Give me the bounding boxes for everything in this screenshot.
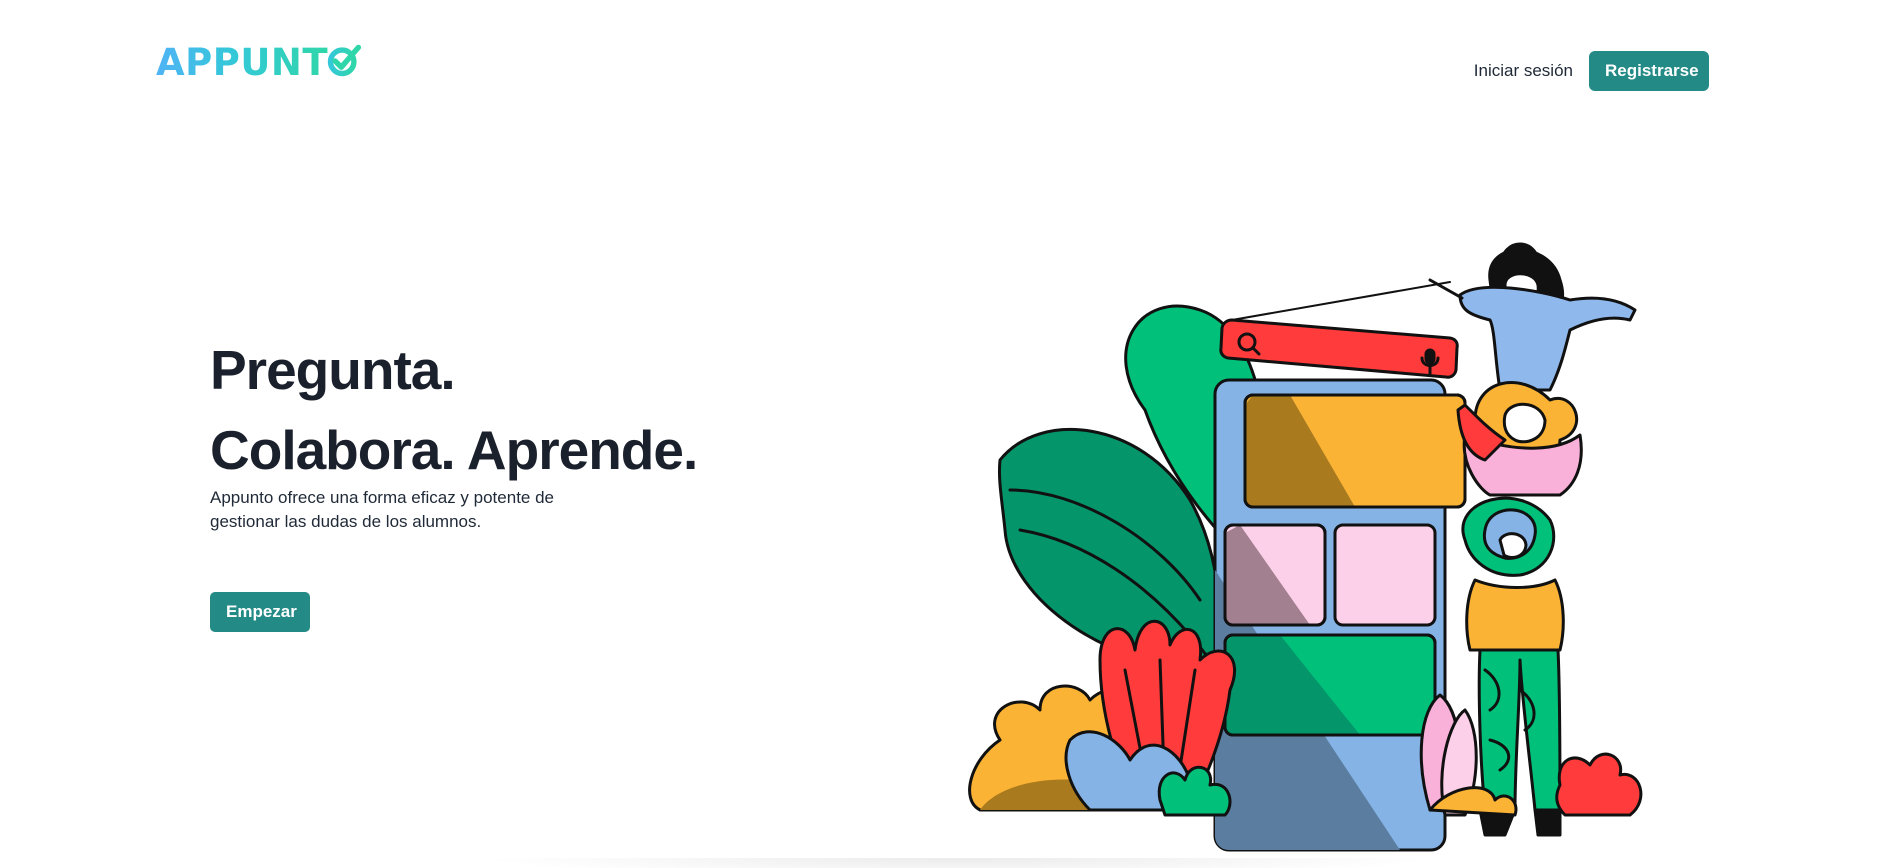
site-header: APPUNT Iniciar sesión Registrarse <box>0 0 1894 140</box>
microphone-icon <box>1424 348 1436 365</box>
hero-title-line-1: Pregunta. <box>210 339 456 401</box>
login-link[interactable]: Iniciar sesión <box>1474 53 1573 89</box>
plant-red-right <box>1555 752 1643 817</box>
bottom-shadow <box>480 858 1440 868</box>
landing-page: APPUNT Iniciar sesión Registrarse Pregun… <box>0 0 1894 868</box>
hero-illustration <box>968 242 1643 852</box>
start-button[interactable]: Empezar <box>210 592 310 632</box>
logo-text: APPUNT <box>156 41 329 84</box>
hero-title: Pregunta. Colabora. Aprende. <box>210 330 698 490</box>
search-bar <box>1219 318 1459 379</box>
signup-button[interactable]: Registrarse <box>1589 51 1709 91</box>
header-nav: Iniciar sesión Registrarse <box>1474 51 1709 91</box>
hero-title-line-2: Colabora. Aprende. <box>210 419 698 481</box>
check-icon <box>327 44 362 76</box>
appunto-logo[interactable]: APPUNT <box>156 44 362 81</box>
hero-description: Appunto ofrece una forma eficaz y potent… <box>210 488 555 531</box>
person-bottom-shirt <box>1465 578 1565 652</box>
person-top-shirt <box>1458 285 1637 392</box>
